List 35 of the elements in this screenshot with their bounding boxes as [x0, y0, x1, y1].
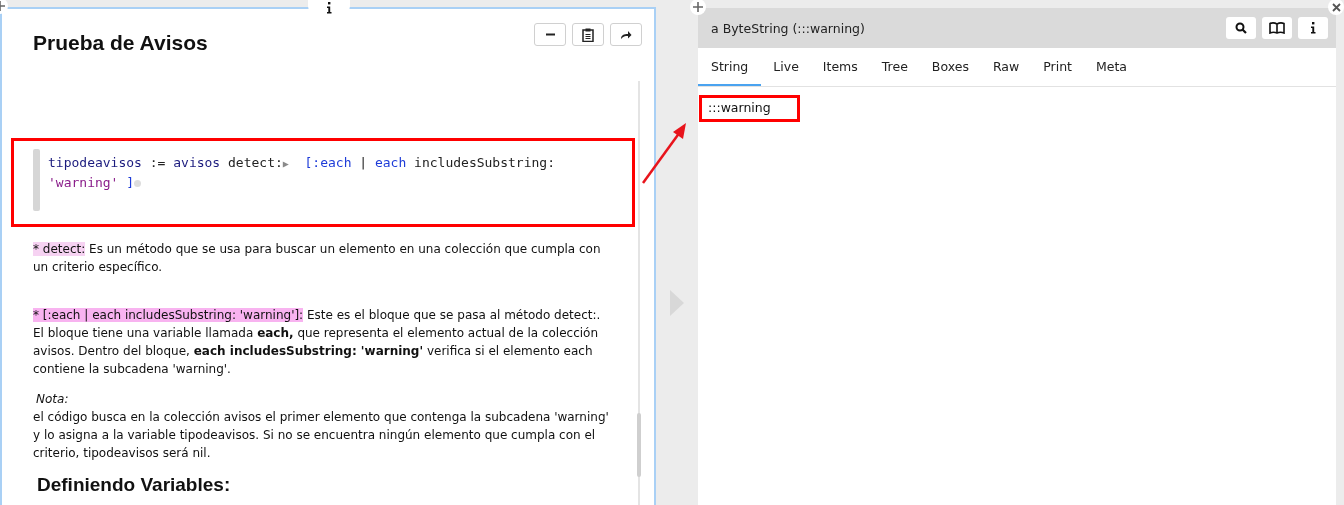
inspector-tab[interactable]: Tree: [869, 48, 920, 86]
search-button[interactable]: [1226, 17, 1256, 39]
forward-arrow-icon: [620, 29, 632, 40]
minus-icon: [545, 33, 555, 36]
clipboard-icon: [582, 27, 594, 42]
clipboard-button[interactable]: [572, 23, 604, 46]
cell-gutter: [33, 149, 40, 211]
inspector-tab[interactable]: Live: [761, 48, 811, 86]
book-icon: [1269, 22, 1285, 34]
share-button[interactable]: [610, 23, 642, 46]
inspector-tab[interactable]: Boxes: [919, 48, 981, 86]
inspector-title: a ByteString (:::warning): [711, 20, 865, 36]
scrollbar-thumb[interactable]: [637, 413, 641, 477]
note-paragraph: el código busca en la colección avisos el primer elemento que contenga la subcadena 'warning' y lo asigna a la variable tipodeavisos. Si no se encuentra ningún elemento que cumpla con el criterio, tipodeavisos será nil.: [33, 409, 610, 462]
info-tab[interactable]: [308, 0, 350, 16]
inspector-tab[interactable]: Meta: [1084, 48, 1140, 86]
note-paragraph: * [:each | each includesSubstring: 'warning']: Este es el bloque que se pasa al método detect:. El bloque tiene una variable llamada each, que representa el elemento actual de la colección avisos. Dentro del bloque, each includesSubstring: 'warning' verifica si el elemento each contiene la subcadena 'warning'.: [33, 307, 602, 378]
page-title: Prueba de Avisos: [33, 31, 208, 55]
info-icon: [326, 2, 332, 14]
search-icon: [1235, 22, 1247, 34]
inspector-tab[interactable]: Raw: [980, 48, 1032, 86]
inspector-tab[interactable]: Items: [810, 48, 870, 86]
info-button[interactable]: [1298, 17, 1328, 39]
browse-button[interactable]: [1262, 17, 1292, 39]
close-button[interactable]: [1328, 0, 1344, 15]
inspector-tab[interactable]: String: [698, 48, 762, 86]
note-label: Nota:: [36, 392, 70, 406]
inspector-tab[interactable]: Print: [1031, 48, 1084, 86]
minimize-button[interactable]: [534, 23, 566, 46]
add-button[interactable]: [690, 0, 706, 15]
info-icon: [1310, 22, 1316, 34]
section-heading: Definiendo Variables:: [37, 474, 232, 496]
string-value: :::warning: [699, 95, 800, 122]
code-text: tipodeavisos := avisos detect:▶ [:each | each includesSubstring: 'warning' ]: [47, 154, 556, 192]
note-paragraph: * detect: Es un método que se usa para buscar un elemento en una colección que cumpla con un criterio específico.: [33, 241, 602, 276]
